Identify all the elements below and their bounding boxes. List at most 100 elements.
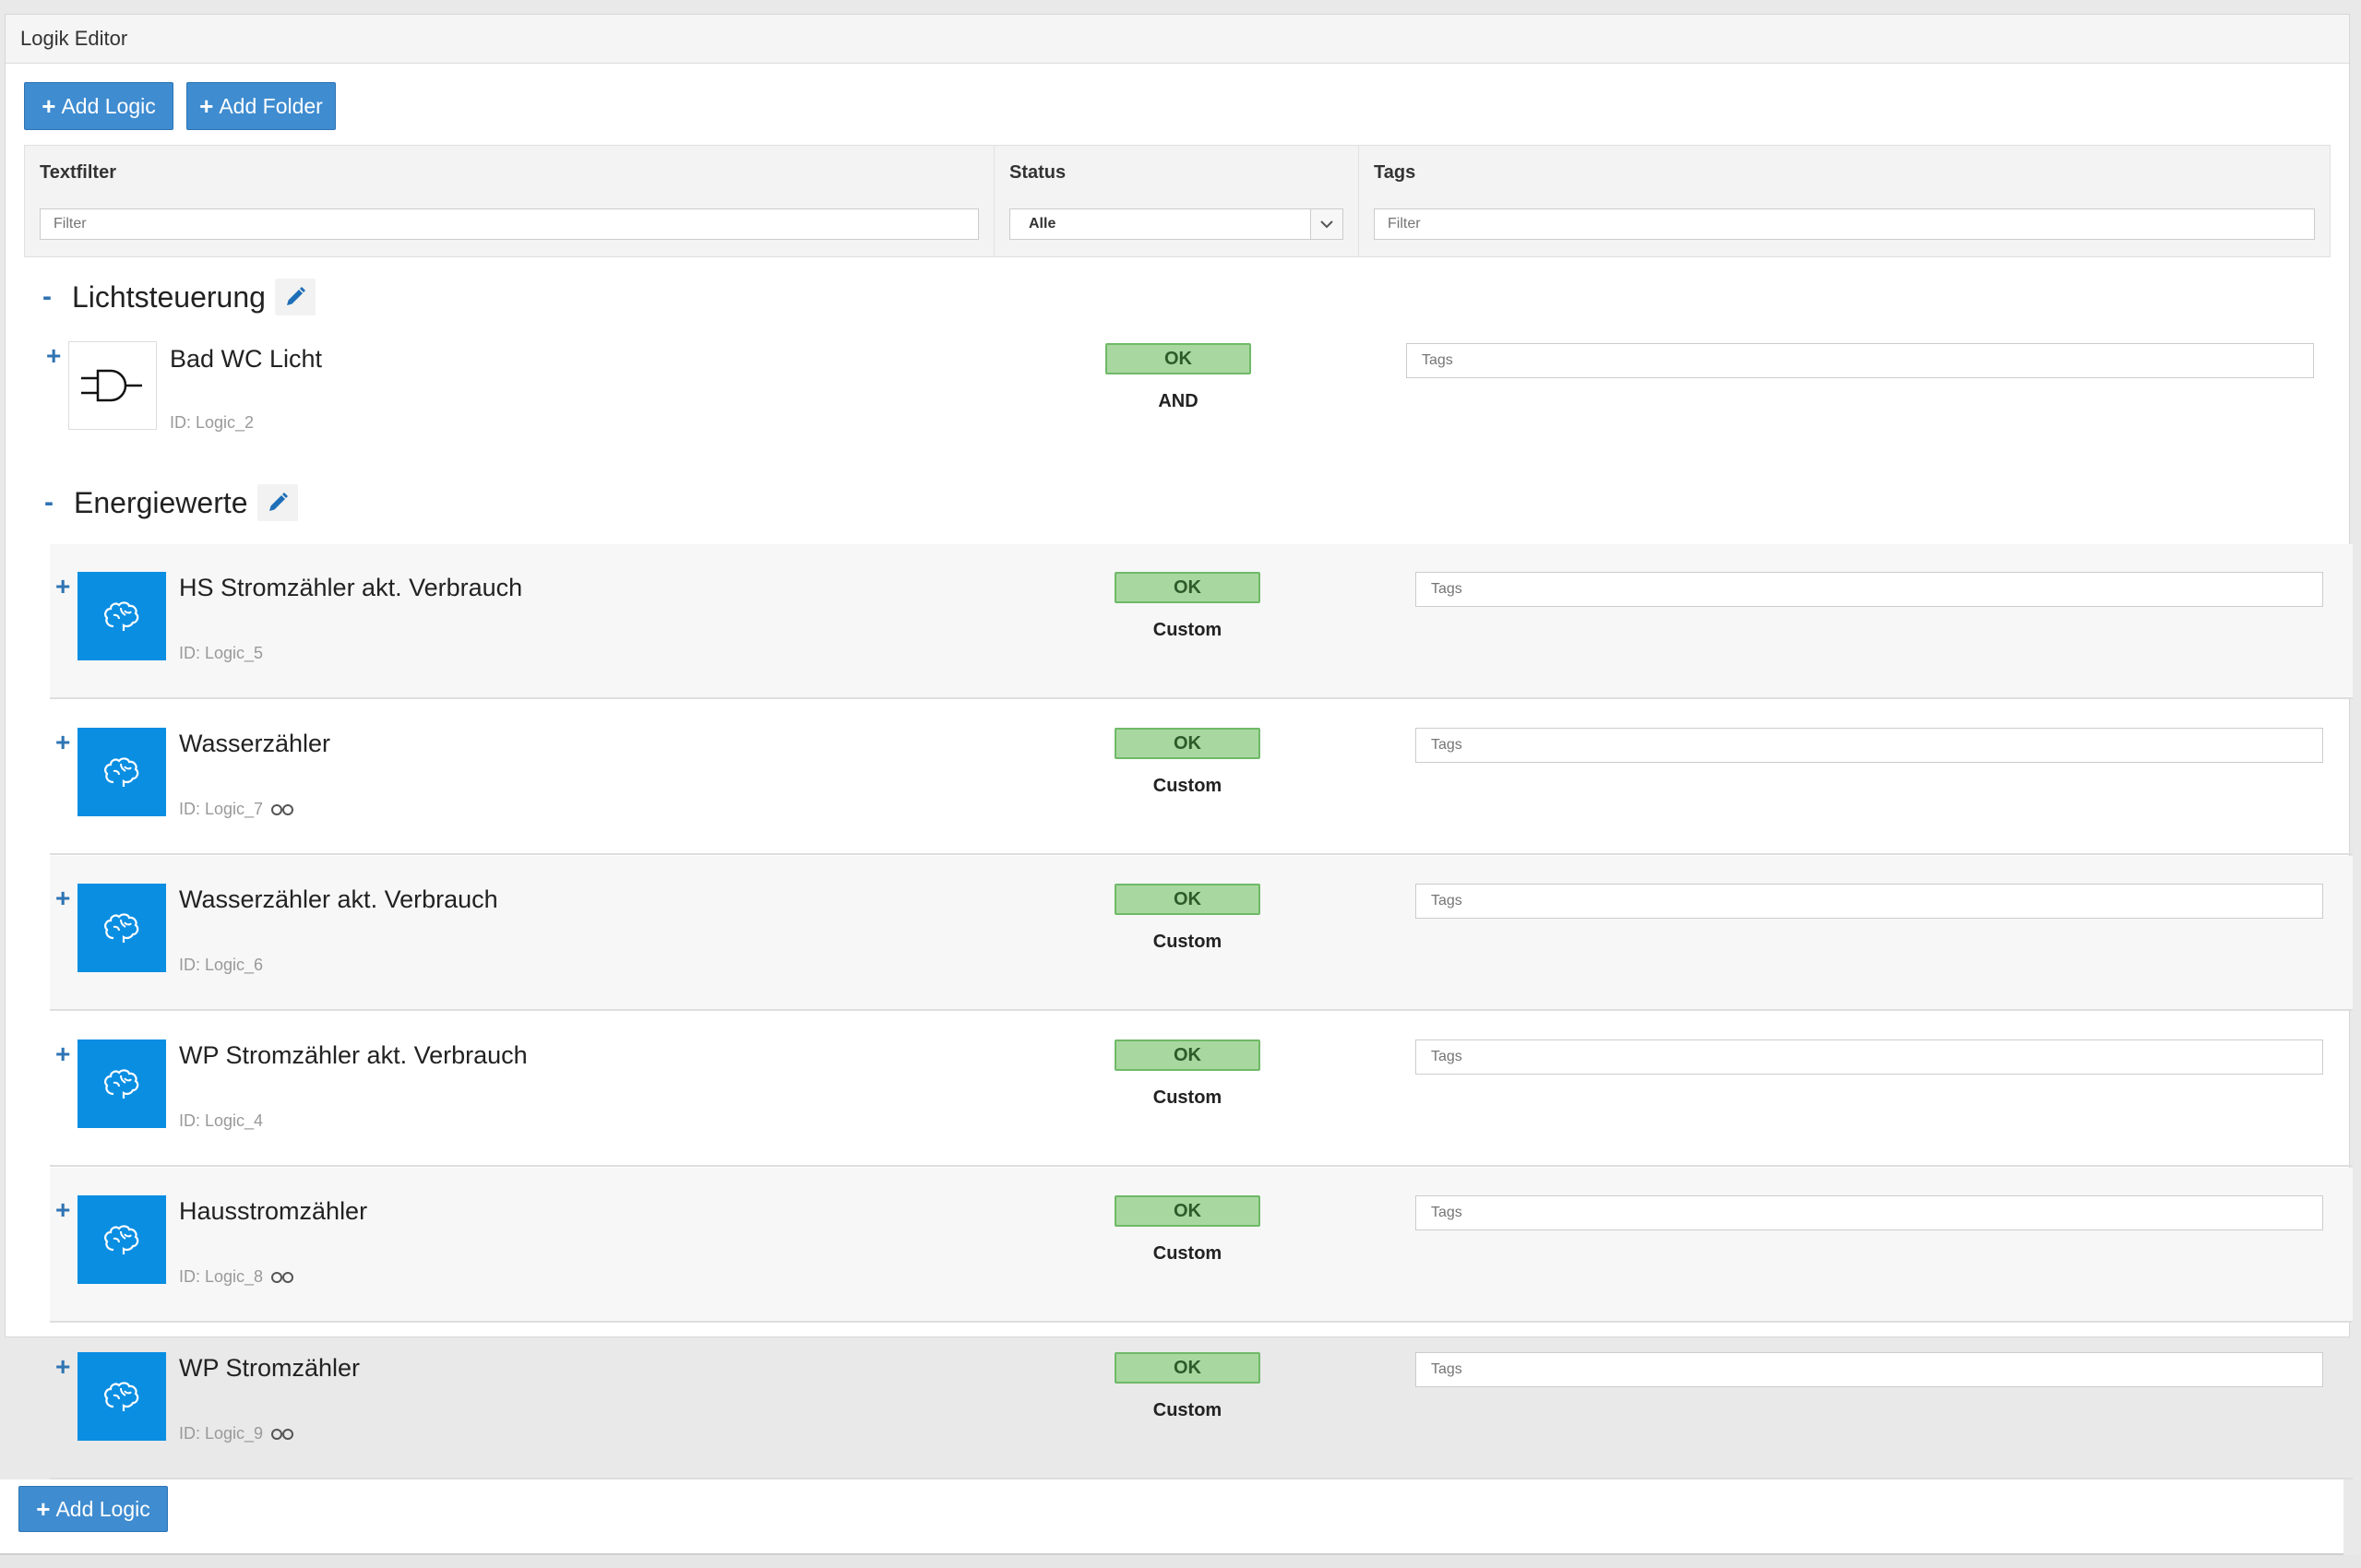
logic-id-text: ID: Logic_9	[179, 1424, 264, 1443]
brain-icon	[78, 884, 166, 972]
tags-column: Tags	[1359, 146, 2330, 256]
infinity-link-icon	[271, 803, 294, 815]
logic-id: ID: Logic_2	[170, 413, 254, 433]
tags-header: Tags	[1374, 162, 1416, 183]
list-item[interactable]: + HS Stromzähler akt. Verbrauch ID: Logi…	[50, 544, 2353, 699]
folder-lichtsteuerung: - Lichtsteuerung	[33, 279, 316, 315]
brain-icon	[78, 1195, 166, 1284]
status-column: Status Alle	[995, 146, 1359, 256]
page-bottom-strip	[0, 1555, 2361, 1568]
tags-input[interactable]	[1415, 1039, 2323, 1075]
list-item[interactable]: + Bad WC Licht ID: Logic_2 OK AND	[41, 327, 2338, 481]
tags-input[interactable]	[1415, 884, 2323, 919]
plus-icon: +	[36, 1495, 51, 1523]
tags-input[interactable]	[1415, 1352, 2323, 1387]
textfilter-header: Textfilter	[40, 162, 116, 183]
infinity-link-icon	[271, 1271, 294, 1283]
logic-title: Wasserzähler akt. Verbrauch	[179, 885, 498, 913]
add-logic-label: Add Logic	[61, 93, 156, 118]
tags-input[interactable]	[1415, 1195, 2323, 1230]
tags-filter-input[interactable]	[1374, 208, 2315, 240]
status-badge: OK	[1105, 343, 1251, 374]
bottom-bar	[0, 1479, 2343, 1555]
logic-id: ID: Logic_9	[179, 1424, 294, 1443]
and-gate-icon	[68, 341, 157, 430]
folder-energiewerte: - Energiewerte	[35, 484, 298, 521]
logic-id-text: ID: Logic_7	[179, 800, 264, 818]
list-item[interactable]: + Hausstromzähler ID: Logic_8 OK Custom	[50, 1168, 2353, 1323]
add-folder-button[interactable]: + Add Folder	[186, 82, 336, 130]
list-item[interactable]: + WP Stromzähler ID: Logic_9 OK Custom	[50, 1324, 2353, 1479]
status-badge: OK	[1115, 572, 1260, 603]
expand-toggle[interactable]: +	[46, 341, 61, 371]
panel-title: Logik Editor	[6, 15, 2349, 64]
list-item[interactable]: + WP Stromzähler akt. Verbrauch ID: Logi…	[50, 1012, 2353, 1167]
infinity-link-icon	[271, 1428, 294, 1440]
folder-collapse-toggle[interactable]: -	[33, 281, 61, 313]
expand-toggle[interactable]: +	[55, 1195, 70, 1225]
status-badge: OK	[1115, 728, 1260, 759]
logic-title: HS Stromzähler akt. Verbrauch	[179, 574, 523, 601]
status-header: Status	[1009, 162, 1067, 183]
logic-type: Custom	[1152, 1243, 1222, 1264]
logic-id-text: ID: Logic_6	[179, 956, 264, 974]
logic-title: Hausstromzähler	[179, 1197, 368, 1225]
logic-id: ID: Logic_5	[179, 644, 263, 663]
folder-name: Energiewerte	[74, 485, 248, 519]
status-select[interactable]: Alle	[1009, 208, 1343, 240]
tags-input[interactable]	[1415, 728, 2323, 763]
edit-folder-button[interactable]	[274, 279, 316, 315]
filter-table: Textfilter Status Alle Tags	[24, 145, 2331, 257]
tags-input[interactable]	[1406, 343, 2314, 378]
plus-icon: +	[42, 92, 56, 120]
logic-id: ID: Logic_7	[179, 800, 294, 819]
textfilter-input[interactable]	[40, 208, 979, 240]
chevron-down-icon[interactable]	[1310, 209, 1342, 239]
expand-toggle[interactable]: +	[55, 884, 70, 913]
add-folder-label: Add Folder	[219, 93, 323, 118]
logic-type: Custom	[1152, 1087, 1222, 1108]
textfilter-column: Textfilter	[25, 146, 995, 256]
logic-id-text: ID: Logic_4	[179, 1111, 264, 1130]
logic-title: Bad WC Licht	[170, 345, 323, 373]
pencil-icon	[286, 287, 305, 305]
expand-toggle[interactable]: +	[55, 728, 70, 757]
brain-icon	[78, 1352, 166, 1441]
list-item[interactable]: + Wasserzähler ID: Logic_7 OK Custom	[50, 700, 2353, 855]
pencil-icon	[268, 493, 288, 511]
status-badge: OK	[1115, 1195, 1260, 1227]
edit-folder-button[interactable]	[256, 484, 298, 521]
logic-type: Custom	[1152, 1400, 1222, 1420]
list-item[interactable]: + Wasserzähler akt. Verbrauch ID: Logic_…	[50, 856, 2353, 1011]
logic-id: ID: Logic_8	[179, 1267, 294, 1287]
status-badge: OK	[1115, 884, 1260, 915]
plus-icon: +	[199, 92, 214, 120]
logic-type: Custom	[1152, 776, 1222, 796]
folder-collapse-toggle[interactable]: -	[35, 487, 63, 518]
status-badge: OK	[1115, 1352, 1260, 1384]
brain-icon	[78, 1039, 166, 1128]
expand-toggle[interactable]: +	[55, 1039, 70, 1069]
logic-id-text: ID: Logic_5	[179, 644, 264, 662]
expand-toggle[interactable]: +	[55, 572, 70, 601]
logic-id: ID: Logic_6	[179, 956, 263, 975]
logic-title: Wasserzähler	[179, 730, 331, 757]
logic-id: ID: Logic_4	[179, 1111, 263, 1131]
expand-toggle[interactable]: +	[55, 1352, 70, 1382]
logic-id-text: ID: Logic_8	[179, 1267, 264, 1286]
brain-icon	[78, 572, 166, 660]
status-select-value: Alle	[1029, 216, 1056, 232]
logic-id-text: ID: Logic_2	[170, 413, 255, 432]
folder-name: Lichtsteuerung	[72, 279, 266, 314]
add-logic-button[interactable]: + Add Logic	[24, 82, 173, 130]
logic-type: AND	[1158, 391, 1198, 411]
add-logic-bottom-button[interactable]: + Add Logic	[18, 1486, 168, 1532]
status-badge: OK	[1115, 1039, 1260, 1071]
logic-type: Custom	[1152, 620, 1222, 640]
brain-icon	[78, 728, 166, 816]
tags-input[interactable]	[1415, 572, 2323, 607]
logic-type: Custom	[1152, 932, 1222, 952]
logic-title: WP Stromzähler akt. Verbrauch	[179, 1041, 528, 1069]
add-logic-label: Add Logic	[55, 1496, 150, 1521]
logic-title: WP Stromzähler	[179, 1354, 361, 1382]
